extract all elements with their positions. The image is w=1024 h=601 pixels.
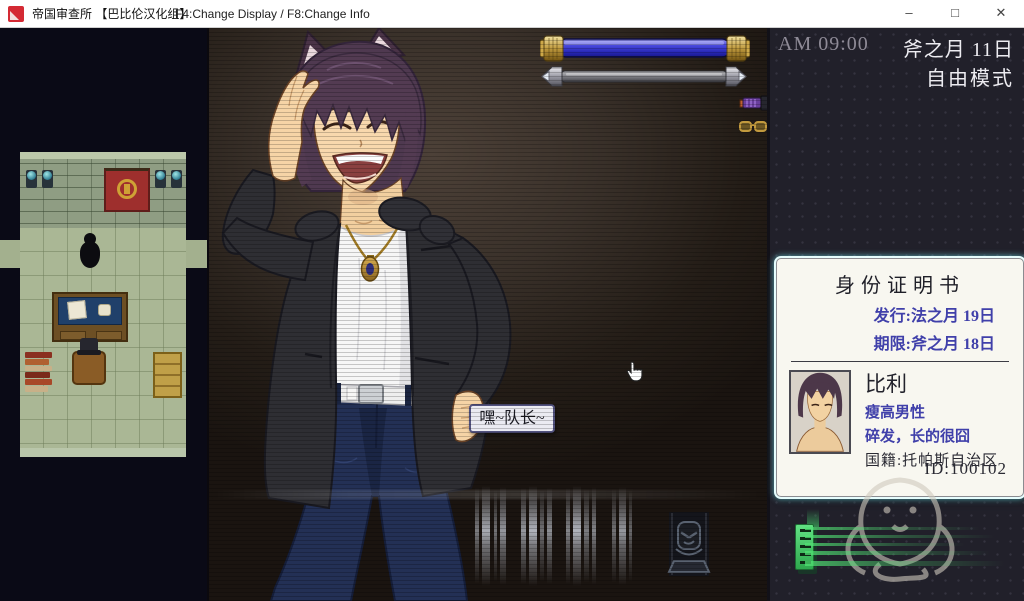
game-area: 嘿~队长~ [0,28,1024,601]
map-corridor-left [0,240,20,268]
clock-time: AM 09:00 [778,33,869,55]
progress-streak [805,561,1005,566]
id-card-title: 身份证明书 [777,269,1023,298]
progress-streak [805,527,980,530]
game-date: 斧之月 11日 [903,33,1014,62]
map-floor-edge [20,448,186,457]
scene-panel: 嘿~队长~ [207,28,767,601]
minimap [0,152,207,464]
player-silhouette [78,233,102,269]
id-hair-desc: 碎发，长的很囧 [865,425,1015,446]
map-crate [153,352,182,398]
demon-statue-icon[interactable] [665,511,713,581]
dialogue-bubble[interactable]: 嘿~队长~ [469,404,555,433]
blue-gauge [540,36,750,61]
app-icon [8,6,24,22]
torch-icon [42,170,53,188]
window-hint: F4:Change Display / F8:Change Info [175,0,370,28]
hand-cursor [626,361,646,385]
hud-gauges [540,33,750,91]
id-card-divider [791,361,1009,362]
id-number: ID:100102 [924,459,1007,479]
wall-banner [104,168,150,212]
id-build: 瘦高男性 [865,401,1015,422]
window-title: 帝国审查所 【巴比伦汉化组】 [32,0,191,28]
id-name: 比利 [865,368,1015,398]
map-corridor-right [186,240,207,268]
torch-icon [155,170,166,188]
glasses-icon[interactable] [739,118,767,134]
id-photo [789,370,851,454]
torch-icon [26,170,37,188]
banner-emblem [117,179,137,199]
close-button[interactable]: ✕ [978,0,1024,28]
map-chair-npc [72,338,106,386]
light-streaks [469,486,674,586]
id-card: 身份证明书 发行:法之月 19日 期限:斧之月 18日 [776,258,1024,497]
progress-streak [805,535,995,538]
silver-gauge [542,67,746,86]
map-wall [20,152,186,228]
id-expire-date: 期限:斧之月 18日 [777,330,1023,354]
purple-vial-icon[interactable] [739,94,769,112]
id-issue-date: 发行:法之月 19日 [777,302,1023,326]
map-bookstack [25,352,52,392]
map-wall-top [20,152,186,159]
game-window: 帝国审查所 【巴比伦汉化组】 F4:Change Display / F8:Ch… [0,0,1024,601]
game-mode: 自由模式 [926,62,1014,91]
minimize-button[interactable]: – [886,0,932,28]
progress-streak [805,543,965,546]
minimap-panel [0,28,207,601]
progress-streak [805,551,990,555]
map-desk [52,292,128,342]
titlebar: 帝国审查所 【巴比伦汉化组】 F4:Change Display / F8:Ch… [0,0,1024,28]
maximize-button[interactable]: □ [932,0,978,28]
torch-icon [171,170,182,188]
info-panel: AM 09:00 斧之月 11日 自由模式 身份证明书 发行:法之月 19日 期… [767,28,1024,601]
progress-widget [795,515,1005,577]
